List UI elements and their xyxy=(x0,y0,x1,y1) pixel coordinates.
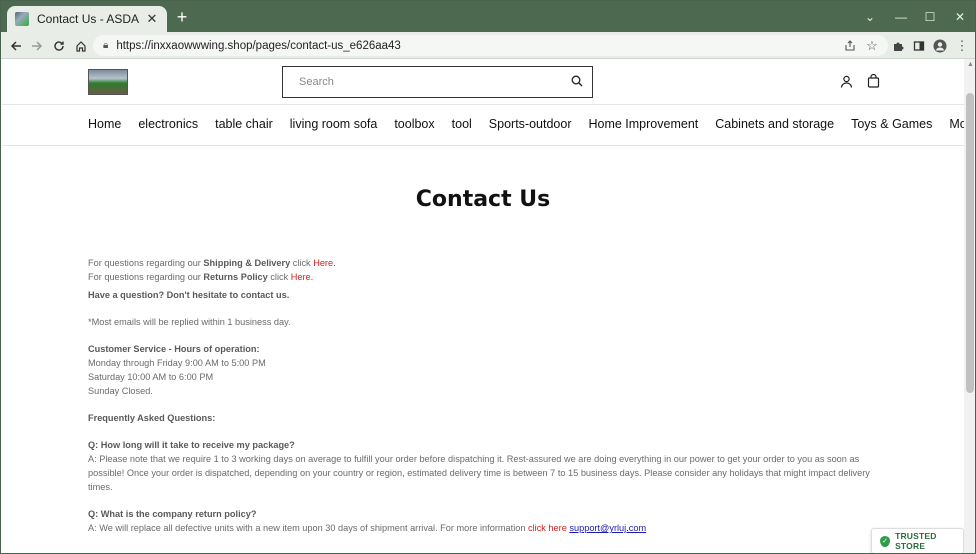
hours-saturday: Saturday 10:00 AM to 6:00 PM xyxy=(88,372,214,382)
tab-search-icon[interactable]: ⌄ xyxy=(855,1,885,32)
back-button[interactable] xyxy=(6,36,26,56)
page-title: Contact Us xyxy=(415,187,551,212)
shipping-click: click xyxy=(290,258,314,268)
extensions-icon[interactable] xyxy=(888,36,908,56)
new-tab-button[interactable]: + xyxy=(173,8,191,26)
scroll-thumb[interactable] xyxy=(966,93,974,393)
trusted-store-badge[interactable]: ✓ TRUSTED STORE xyxy=(871,528,964,553)
lock-icon: 🔒︎ xyxy=(103,40,109,51)
back-arrow-icon xyxy=(10,41,21,51)
nav-item-cabinets-storage[interactable]: Cabinets and storage xyxy=(715,117,834,137)
returns-here-link[interactable]: Here. xyxy=(291,272,313,282)
favicon-icon xyxy=(15,12,29,26)
browser-toolbar: 🔒︎ https://inxxaowwwing.shop/pages/conta… xyxy=(1,32,975,59)
search-box[interactable]: Search xyxy=(282,66,593,98)
tab-close-icon[interactable]: ✕ xyxy=(145,11,159,27)
nav-item-living-room-sofa[interactable]: living room sofa xyxy=(290,117,378,137)
main-nav: Home electronics table chair living room… xyxy=(88,117,964,137)
nav-item-table-chair[interactable]: table chair xyxy=(215,117,273,137)
title-bar: Contact Us - ASDA ✕ + ⌄ — ☐ ✕ xyxy=(1,1,975,32)
returns-line: For questions regarding our Returns Poli… xyxy=(88,270,888,284)
shipping-line: For questions regarding our Shipping & D… xyxy=(88,256,888,270)
bag-icon[interactable] xyxy=(863,71,883,91)
nav-item-tool[interactable]: tool xyxy=(452,117,472,137)
nav-item-toys-games[interactable]: Toys & Games xyxy=(851,117,932,137)
shipping-here-link[interactable]: Here. xyxy=(313,258,335,268)
hours-heading: Customer Service - Hours of operation: xyxy=(88,344,260,354)
nav-divider xyxy=(2,145,964,146)
side-panel-icon[interactable] xyxy=(909,36,929,56)
scroll-up-icon[interactable]: ▲ xyxy=(967,61,974,68)
share-icon[interactable] xyxy=(840,36,860,56)
contact-content: For questions regarding our Shipping & D… xyxy=(88,256,888,535)
menu-kebab-icon[interactable]: ⋮ xyxy=(952,36,972,56)
nav-item-home[interactable]: Home xyxy=(88,117,121,137)
click-here-link[interactable]: click here xyxy=(528,523,567,533)
tab-title: Contact Us - ASDA xyxy=(37,12,140,26)
minimize-button[interactable]: — xyxy=(886,1,916,32)
forward-arrow-icon xyxy=(32,41,43,51)
page-viewport: Search Home electronics table chair livi… xyxy=(2,59,964,553)
shield-check-icon: ✓ xyxy=(880,535,891,547)
nav-item-home-improvement[interactable]: Home Improvement xyxy=(588,117,698,137)
search-input[interactable]: Search xyxy=(299,76,562,88)
faq-question-2: Q: What is the company return policy? xyxy=(88,509,257,519)
nav-item-electronics[interactable]: electronics xyxy=(138,117,198,137)
faq-heading: Frequently Asked Questions: xyxy=(88,413,216,423)
search-icon[interactable] xyxy=(562,75,592,90)
address-bar[interactable]: 🔒︎ https://inxxaowwwing.shop/pages/conta… xyxy=(93,35,888,56)
nav-item-toolbox[interactable]: toolbox xyxy=(394,117,434,137)
close-window-button[interactable]: ✕ xyxy=(945,1,975,32)
reload-icon xyxy=(54,41,64,51)
page-scrollbar[interactable]: ▲ xyxy=(964,59,975,553)
maximize-button[interactable]: ☐ xyxy=(915,1,945,32)
shipping-bold: Shipping & Delivery xyxy=(203,258,291,268)
browser-window: Contact Us - ASDA ✕ + ⌄ — ☐ ✕ 🔒︎ https:/… xyxy=(0,0,976,554)
profile-avatar-icon[interactable] xyxy=(930,36,950,56)
reload-button[interactable] xyxy=(49,36,69,56)
returns-bold: Returns Policy xyxy=(203,272,268,282)
reply-note: *Most emails will be replied within 1 bu… xyxy=(88,317,291,327)
faq-answer-2: A: We will replace all defective units w… xyxy=(88,521,888,535)
shipping-prefix: For questions regarding our xyxy=(88,258,204,268)
home-icon xyxy=(76,41,86,52)
browser-tab[interactable]: Contact Us - ASDA ✕ xyxy=(7,6,167,32)
question-line: Have a question? Don't hesitate to conta… xyxy=(88,290,290,300)
site-header: Search xyxy=(2,59,964,105)
faq-answer-2-text: A: We will replace all defective units w… xyxy=(88,523,529,533)
hours-weekday: Monday through Friday 9:00 AM to 5:00 PM xyxy=(88,358,266,368)
hours-sunday: Sunday Closed. xyxy=(88,386,153,396)
bookmark-star-icon[interactable]: ☆ xyxy=(862,36,882,56)
returns-prefix: For questions regarding our xyxy=(88,272,204,282)
faq-answer-1: A: Please note that we require 1 to 3 wo… xyxy=(88,454,870,492)
home-button[interactable] xyxy=(71,36,91,56)
nav-item-more-link[interactable]: More link xyxy=(949,117,964,137)
store-logo[interactable] xyxy=(88,69,128,95)
forward-button[interactable] xyxy=(27,36,47,56)
faq-question-1: Q: How long will it take to receive my p… xyxy=(88,440,295,450)
returns-click: click xyxy=(267,272,291,282)
nav-item-sports-outdoor[interactable]: Sports-outdoor xyxy=(489,117,572,137)
trusted-store-label: TRUSTED STORE xyxy=(895,531,937,551)
account-icon[interactable] xyxy=(836,71,856,91)
url-text: https://inxxaowwwing.shop/pages/contact-… xyxy=(116,39,401,52)
support-email-link[interactable]: support@yrluj.com xyxy=(569,523,646,533)
